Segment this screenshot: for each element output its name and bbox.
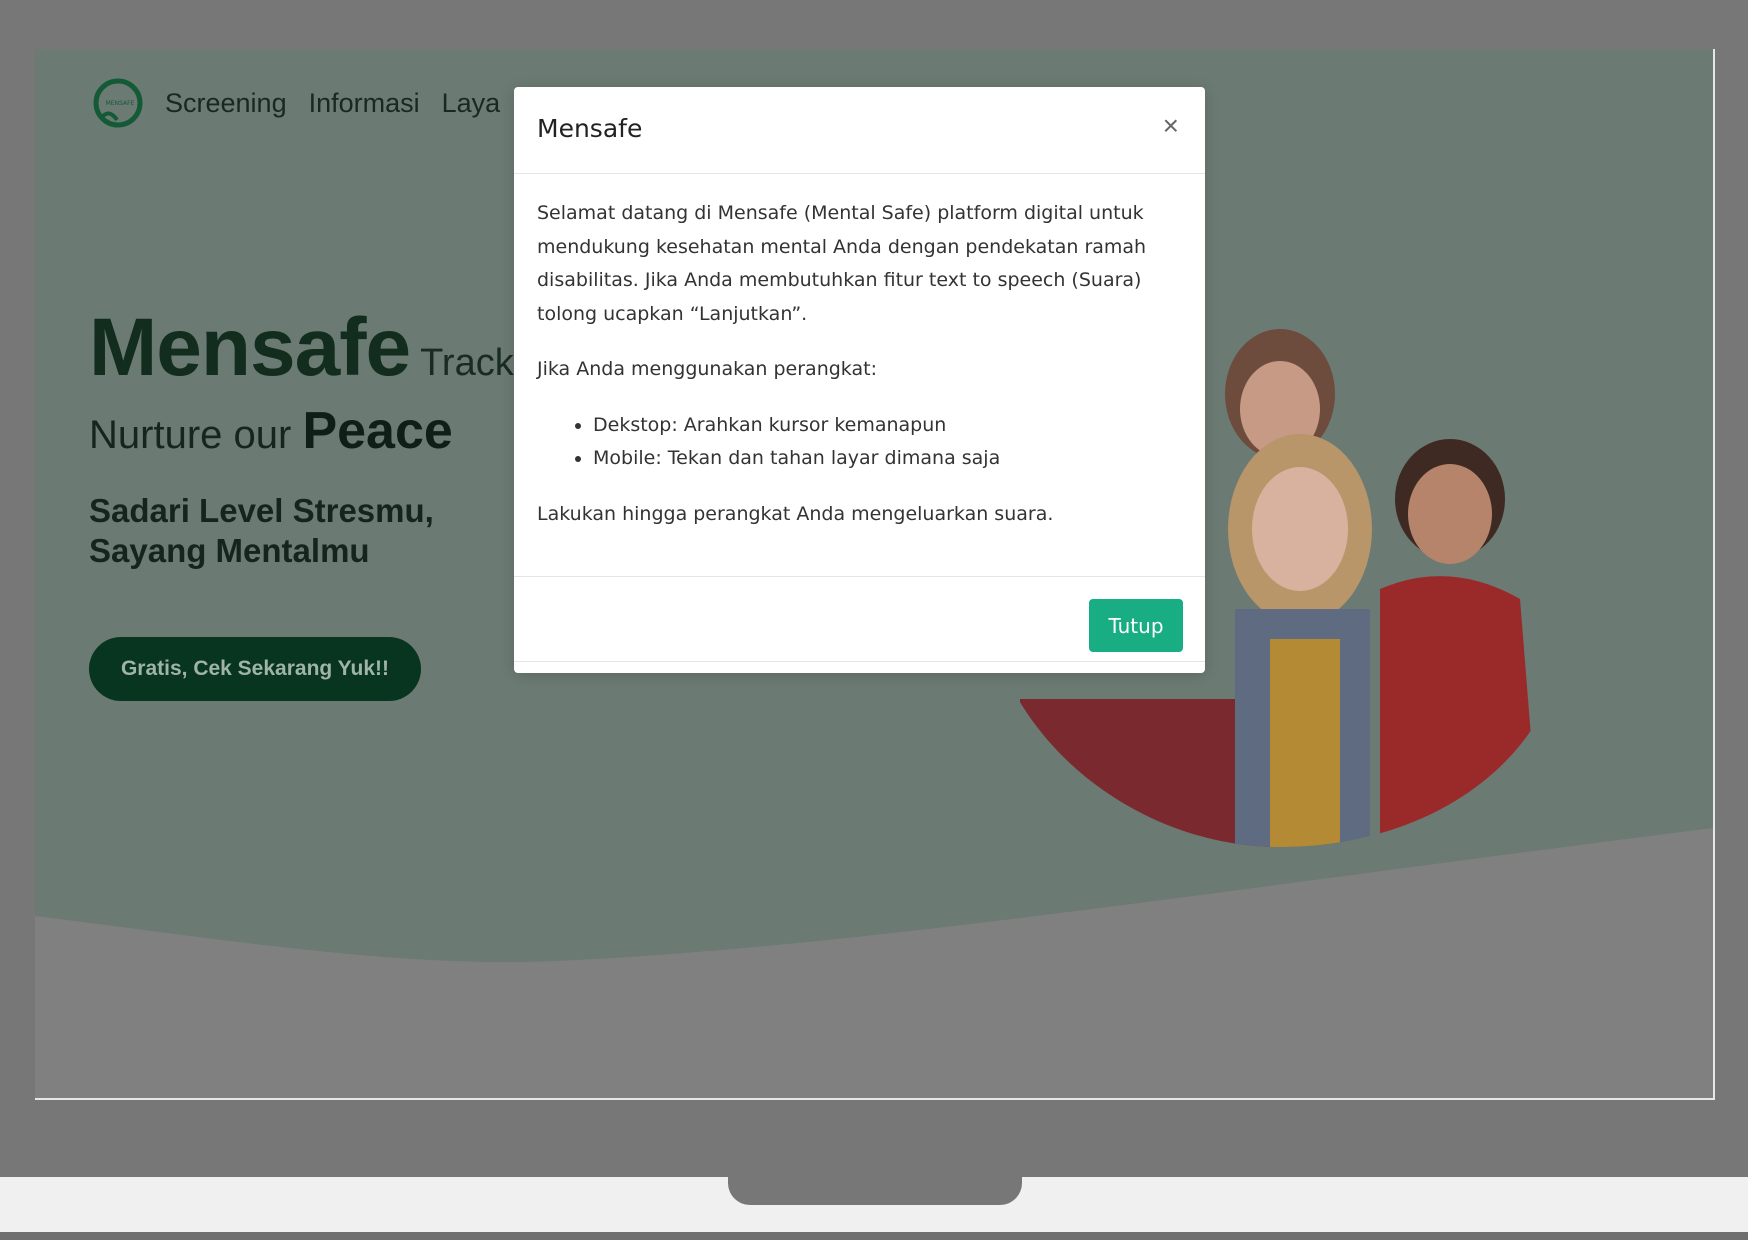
hero-title: Mensafe Track (89, 301, 514, 395)
laptop-notch (728, 1177, 1022, 1205)
device-list-item-desktop: Dekstop: Arahkan kursor kemanapun (593, 409, 1182, 443)
wave-divider (35, 828, 1713, 1098)
hero-brand-name: Mensafe (89, 302, 411, 393)
welcome-modal: Mensafe × Selamat datang di Mensafe (Men… (514, 87, 1205, 673)
modal-footer-divider (514, 576, 1205, 577)
device-list-item-mobile: Mobile: Tekan dan tahan layar dimana saj… (593, 442, 1182, 476)
modal-intro: Selamat datang di Mensafe (Mental Safe) … (537, 202, 1147, 325)
svg-text:MENSAFE: MENSAFE (106, 100, 135, 107)
tutup-button[interactable]: Tutup (1089, 599, 1183, 652)
close-icon[interactable]: × (1157, 111, 1185, 141)
modal-closing: Lakukan hingga perangkat Anda mengeluark… (537, 502, 1054, 525)
nav-layanan[interactable]: Laya (442, 88, 501, 119)
nav-informasi[interactable]: Informasi (309, 88, 420, 119)
modal-title: Mensafe (537, 114, 643, 143)
mensafe-logo[interactable]: MENSAFE (93, 78, 143, 128)
hero-tagline-prefix: Nurture our (89, 413, 292, 457)
hero-subtitle: Sadari Level Stresmu, Sayang Mentalmu (89, 492, 434, 569)
device-list: Dekstop: Arahkan kursor kemanapun Mobile… (537, 409, 1182, 476)
modal-device-heading: Jika Anda menggunakan perangkat: (537, 358, 877, 380)
modal-body: Selamat datang di Mensafe (Mental Safe) … (514, 173, 1205, 662)
cta-button[interactable]: Gratis, Cek Sekarang Yuk!! (89, 637, 421, 701)
hero-tagline: Nurture our Peace (89, 401, 453, 461)
top-nav: MENSAFE Screening Informasi Laya (93, 75, 500, 131)
laptop-bottom-edge (0, 1232, 1748, 1240)
hero-tagline-strong: Peace (302, 402, 453, 460)
nav-screening[interactable]: Screening (165, 88, 287, 119)
modal-header: Mensafe × (514, 87, 1205, 174)
hero-brand-tail: Track (420, 342, 514, 384)
